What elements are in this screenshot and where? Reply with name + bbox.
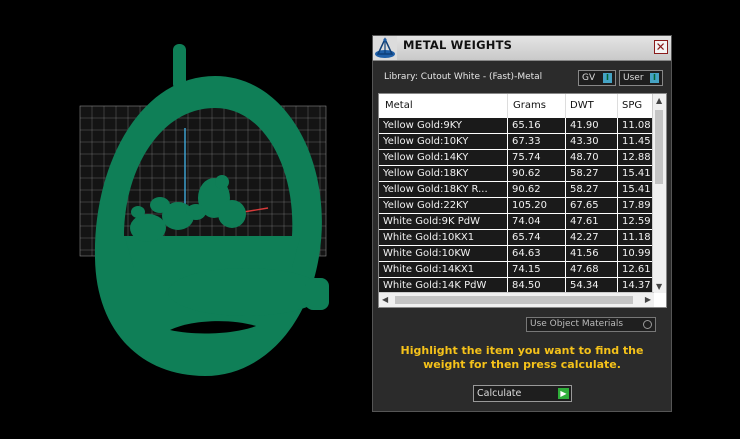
- metal-cell: Yellow Gold:18KY: [383, 168, 469, 179]
- table-row[interactable]: White Gold:10KW 64.63 41.56 10.99: [379, 246, 654, 262]
- close-button[interactable]: [654, 40, 668, 54]
- metal-weights-panel: METAL WEIGHTS Library: Cutout White - (F…: [372, 35, 672, 412]
- table-row[interactable]: White Gold:14KX1 74.15 47.68 12.61: [379, 262, 654, 278]
- spg-cell: 12.61: [622, 264, 651, 275]
- spg-cell: 14.37: [622, 280, 651, 291]
- vertical-scroll-thumb[interactable]: [655, 110, 663, 184]
- grams-cell: 90.62: [512, 184, 541, 195]
- scroll-left-icon[interactable]: ◀: [382, 295, 388, 304]
- gv-toggle[interactable]: GV I: [578, 70, 616, 86]
- metal-cell: White Gold:14K PdW: [383, 280, 487, 291]
- grams-cell: 64.63: [512, 248, 541, 259]
- dwt-cell: 48.70: [570, 152, 599, 163]
- column-header-spg[interactable]: SPG: [622, 100, 642, 111]
- metal-weights-table[interactable]: Metal Grams DWT SPG Yellow Gold:9KY 65.16…: [378, 93, 667, 308]
- scroll-right-icon[interactable]: ▶: [645, 295, 651, 304]
- play-icon: ▶: [558, 388, 569, 399]
- gv-toggle-knob: I: [603, 73, 612, 83]
- close-icon: [657, 43, 664, 50]
- grams-cell: 75.74: [512, 152, 541, 163]
- table-row[interactable]: Yellow Gold:18KY 90.62 58.27 15.41: [379, 166, 654, 182]
- dwt-cell: 58.27: [570, 168, 599, 179]
- dwt-cell: 67.65: [570, 200, 599, 211]
- panel-title: METAL WEIGHTS: [403, 38, 513, 52]
- metal-cell: White Gold:14KX1: [383, 264, 475, 275]
- app-logo-icon: [373, 36, 397, 60]
- calculate-button[interactable]: Calculate ▶: [473, 385, 572, 402]
- dwt-cell: 42.27: [570, 232, 599, 243]
- table-row[interactable]: Yellow Gold:22KY 105.20 67.65 17.89: [379, 198, 654, 214]
- dwt-cell: 58.27: [570, 184, 599, 195]
- metal-cell: Yellow Gold:10KY: [383, 136, 469, 147]
- column-header-dwt[interactable]: DWT: [570, 100, 594, 111]
- dwt-cell: 43.30: [570, 136, 599, 147]
- dwt-cell: 47.61: [570, 216, 599, 227]
- spg-cell: 12.88: [622, 152, 651, 163]
- spg-cell: 15.41: [622, 168, 651, 179]
- table-row[interactable]: White Gold:10KX1 65.74 42.27 11.18: [379, 230, 654, 246]
- 3d-viewport[interactable]: [0, 0, 370, 439]
- table-row[interactable]: White Gold:9K PdW 74.04 47.61 12.59: [379, 214, 654, 230]
- spg-cell: 11.45: [622, 136, 651, 147]
- table-row[interactable]: Yellow Gold:9KY 65.16 41.90 11.08: [379, 118, 654, 134]
- dwt-cell: 47.68: [570, 264, 599, 275]
- table-body: Yellow Gold:9KY 65.16 41.90 11.08 Yellow Gol…: [379, 118, 654, 294]
- table-header: Metal Grams DWT SPG: [379, 94, 654, 119]
- spg-cell: 17.89: [622, 200, 651, 211]
- grams-cell: 90.62: [512, 168, 541, 179]
- dwt-cell: 41.90: [570, 120, 599, 131]
- vertical-scrollbar[interactable]: ▲ ▼: [652, 94, 666, 293]
- metal-cell: White Gold:10KW: [383, 248, 471, 259]
- gv-toggle-label: GV: [582, 73, 596, 83]
- spg-cell: 11.08: [622, 120, 651, 131]
- user-toggle-label: User: [623, 73, 644, 83]
- metal-cell: White Gold:9K PdW: [383, 216, 480, 227]
- spg-cell: 15.41: [622, 184, 651, 195]
- column-header-grams[interactable]: Grams: [513, 100, 546, 111]
- scroll-up-icon[interactable]: ▲: [656, 96, 662, 105]
- library-label: Library: Cutout White - (Fast)-Metal: [384, 72, 543, 82]
- table-row[interactable]: Yellow Gold:14KY 75.74 48.70 12.88: [379, 150, 654, 166]
- table-row[interactable]: Yellow Gold:10KY 67.33 43.30 11.45: [379, 134, 654, 150]
- column-header-metal[interactable]: Metal: [385, 100, 413, 111]
- grams-cell: 74.04: [512, 216, 541, 227]
- grams-cell: 74.15: [512, 264, 541, 275]
- grams-cell: 65.74: [512, 232, 541, 243]
- grams-cell: 84.50: [512, 280, 541, 291]
- user-toggle-knob: I: [650, 73, 659, 83]
- table-row[interactable]: Yellow Gold:18KY R... 90.62 58.27 15.41: [379, 182, 654, 198]
- calculate-label: Calculate: [477, 388, 522, 399]
- metal-cell: Yellow Gold:9KY: [383, 120, 462, 131]
- horizontal-scroll-thumb[interactable]: [395, 296, 633, 304]
- user-toggle[interactable]: User I: [619, 70, 663, 86]
- metal-cell: White Gold:10KX1: [383, 232, 475, 243]
- grams-cell: 105.20: [512, 200, 547, 211]
- use-object-materials-toggle[interactable]: Use Object Materials: [526, 317, 656, 332]
- metal-cell: Yellow Gold:18KY R...: [383, 184, 488, 195]
- metal-cell: Yellow Gold:22KY: [383, 200, 469, 211]
- dwt-cell: 54.34: [570, 280, 599, 291]
- grams-cell: 65.16: [512, 120, 541, 131]
- metal-cell: Yellow Gold:14KY: [383, 152, 469, 163]
- instruction-text: Highlight the item you want to find the …: [400, 344, 644, 371]
- spg-cell: 12.59: [622, 216, 651, 227]
- dwt-cell: 41.56: [570, 248, 599, 259]
- use-object-materials-label: Use Object Materials: [530, 319, 624, 329]
- spg-cell: 10.99: [622, 248, 651, 259]
- grams-cell: 67.33: [512, 136, 541, 147]
- horizontal-scrollbar[interactable]: ◀ ▶: [379, 292, 654, 307]
- scroll-down-icon[interactable]: ▼: [656, 282, 662, 291]
- spg-cell: 11.18: [622, 232, 651, 243]
- radio-icon: [643, 320, 652, 329]
- panel-titlebar[interactable]: METAL WEIGHTS: [373, 36, 671, 61]
